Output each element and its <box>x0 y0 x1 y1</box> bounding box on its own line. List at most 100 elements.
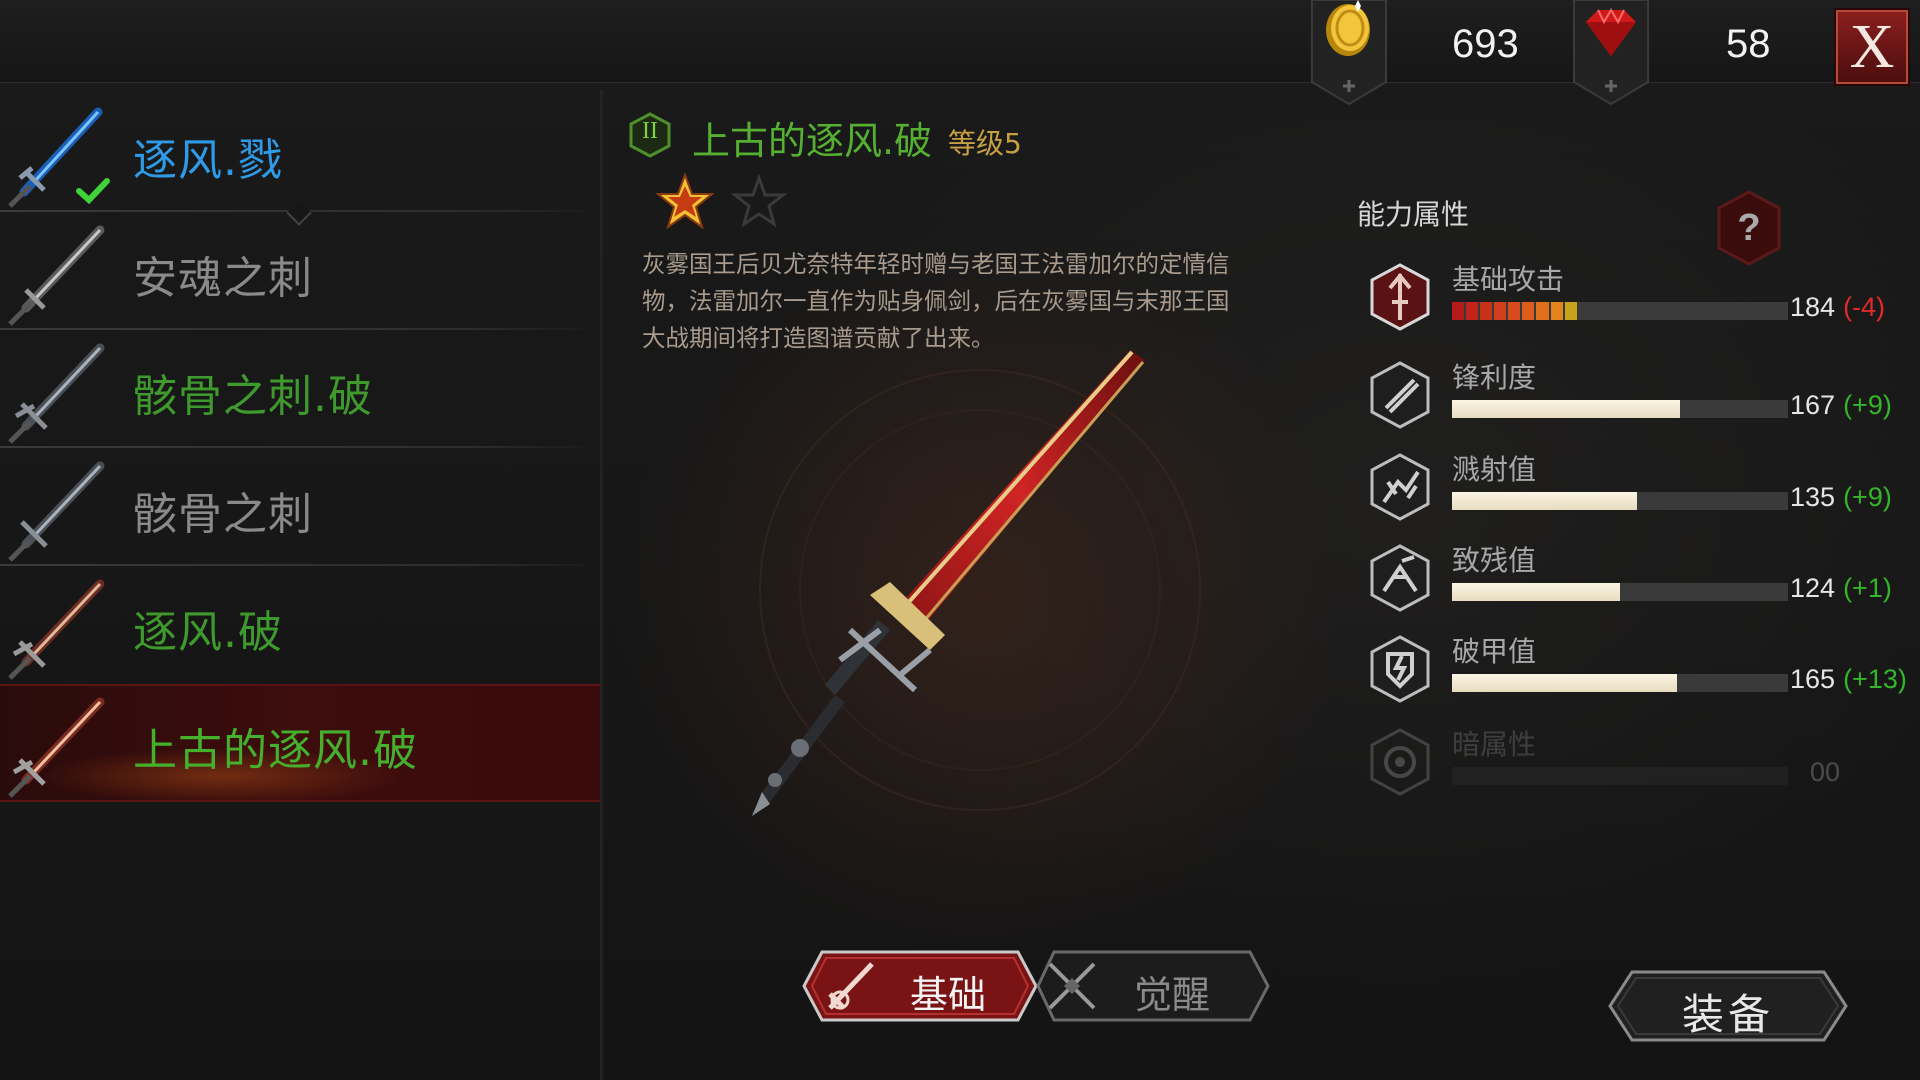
tab-awaken[interactable]: 觉醒 <box>1036 948 1272 1024</box>
svg-text:?: ? <box>1737 207 1760 249</box>
awaken-crossed-swords-icon <box>1048 962 1096 1010</box>
tab-basic-label: 基础 <box>910 973 987 1017</box>
star-filled-icon <box>655 172 715 230</box>
cripple-icon <box>1370 544 1430 612</box>
star-rating <box>655 172 789 232</box>
weapon-item-5[interactable]: 逐风.破 <box>0 566 600 684</box>
sharpness-icon <box>1370 361 1430 429</box>
close-button[interactable]: X <box>1834 8 1910 86</box>
weapon-item-2[interactable]: 安魂之刺 <box>0 212 600 330</box>
sword-thumbnail-icon <box>8 343 105 444</box>
sword-thumbnail-icon <box>8 579 105 680</box>
stat-bar-segment <box>1719 302 1732 320</box>
stat-bar-segment <box>1620 302 1634 320</box>
stat-value: 184 <box>1790 292 1836 322</box>
stat-bar <box>1452 400 1788 418</box>
stat-name: 锋利度 <box>1452 361 1537 394</box>
stat-value: 167 <box>1790 390 1836 420</box>
sword-attack-icon <box>828 962 874 1010</box>
stat-row: 基础攻击 184 (-4) <box>1368 262 1920 342</box>
gem-amount: 58 <box>1726 22 1771 66</box>
stat-value-group: 165 (+13) <box>1790 664 1907 695</box>
stat-delta: (+1) <box>1843 573 1892 603</box>
stat-bar <box>1452 302 1788 320</box>
stat-name: 致残值 <box>1452 544 1537 577</box>
stat-value-group: 135 (+9) <box>1790 482 1892 513</box>
stat-delta: (+9) <box>1843 482 1892 512</box>
equip-button[interactable]: 装备 <box>1606 968 1850 1044</box>
stat-bar-segment <box>1564 302 1577 320</box>
stat-value-group: 184 (-4) <box>1790 292 1885 323</box>
stat-row: 暗属性 00 <box>1368 727 1920 807</box>
tab-basic[interactable]: 基础 <box>800 948 1040 1024</box>
stat-bar-fill <box>1452 674 1678 692</box>
weapon-item-4[interactable]: 骸骨之刺 <box>0 448 600 566</box>
stat-bar <box>1452 583 1788 601</box>
stat-bar-segment <box>1606 302 1619 320</box>
stat-bar-segment <box>1578 302 1591 320</box>
sword-thumbnail-icon <box>8 461 105 562</box>
gem-slot[interactable] <box>1572 0 1650 106</box>
stat-name: 破甲值 <box>1452 635 1537 668</box>
weapon-name: 上古的逐风.破 <box>133 725 418 776</box>
stats-title: 能力属性 <box>1357 198 1470 231</box>
stat-bar-fill <box>1452 400 1681 418</box>
stat-bar-fill <box>1452 583 1620 601</box>
stat-value-group: 124 (+1) <box>1790 573 1892 604</box>
armor-break-icon <box>1370 635 1430 703</box>
stat-bar-segment <box>1536 302 1549 320</box>
weapon-name: 逐风.破 <box>133 607 283 658</box>
stat-bar-segment <box>1592 302 1605 320</box>
stat-bar-segment <box>1522 302 1535 320</box>
weapon-item-1[interactable]: 逐风.戮 <box>0 94 600 226</box>
sword-thumbnail-icon <box>8 697 105 798</box>
stat-delta: (-4) <box>1843 292 1886 322</box>
gold-coin-icon <box>1311 0 1387 106</box>
stat-bar-segment <box>1677 302 1690 320</box>
ruby-gem-icon <box>1573 0 1649 106</box>
weapon-item-6-selected[interactable]: 上古的逐风.破 <box>0 684 600 802</box>
weapon-name: 骸骨之刺.破 <box>133 371 373 422</box>
stat-value: 124 <box>1790 573 1836 603</box>
stat-bar-segment <box>1550 302 1563 320</box>
star-empty-icon <box>730 173 788 228</box>
stat-row: 致残值 124 (+1) <box>1368 543 1920 623</box>
stat-bar-segment <box>1705 302 1718 320</box>
splash-icon <box>1370 453 1430 521</box>
stat-delta: (+13) <box>1843 664 1907 694</box>
stat-value: 00 <box>1810 757 1841 787</box>
tab-awaken-label: 觉醒 <box>1134 973 1211 1017</box>
help-question-icon[interactable]: ? <box>1716 190 1782 266</box>
stat-bar-segment <box>1635 302 1648 320</box>
panel-divider <box>600 90 604 1080</box>
equip-label: 装备 <box>1681 990 1774 1039</box>
stat-bar-segment <box>1452 302 1465 320</box>
stat-name: 基础攻击 <box>1452 263 1565 296</box>
stat-bar-segment <box>1761 302 1774 320</box>
weapon-name: 骸骨之刺 <box>133 489 313 540</box>
stat-row: 溅射值 135 (+9) <box>1368 452 1920 532</box>
stat-bar-segment <box>1663 302 1676 320</box>
weapon-item-3[interactable]: 骸骨之刺.破 <box>0 330 600 448</box>
stat-bar <box>1452 767 1788 785</box>
stat-bar-segment <box>1480 302 1493 320</box>
stat-bar-segment <box>1494 302 1507 320</box>
equipped-check-icon <box>76 178 110 204</box>
stat-value: 165 <box>1790 664 1836 694</box>
sword-thumbnail-icon <box>8 225 105 326</box>
stat-value: 135 <box>1790 482 1836 512</box>
stat-bar-segment <box>1691 302 1704 320</box>
stat-value-group: 167 (+9) <box>1790 390 1892 421</box>
gold-slot[interactable] <box>1310 0 1388 106</box>
stat-bar-segment <box>1775 302 1788 320</box>
stat-bar-fill <box>1452 492 1637 510</box>
stat-bar-segment <box>1508 302 1521 320</box>
stat-delta: (+9) <box>1843 390 1892 420</box>
attack-icon <box>1370 263 1430 331</box>
stat-bar-segment <box>1466 302 1479 320</box>
item-title: 上古的逐风.破 <box>692 119 933 163</box>
stat-bar-segment <box>1649 302 1662 320</box>
stat-row: 锋利度 167 (+9) <box>1368 360 1920 440</box>
weapon-name: 逐风.戮 <box>133 135 283 186</box>
stat-bar-segments <box>1452 302 1788 320</box>
